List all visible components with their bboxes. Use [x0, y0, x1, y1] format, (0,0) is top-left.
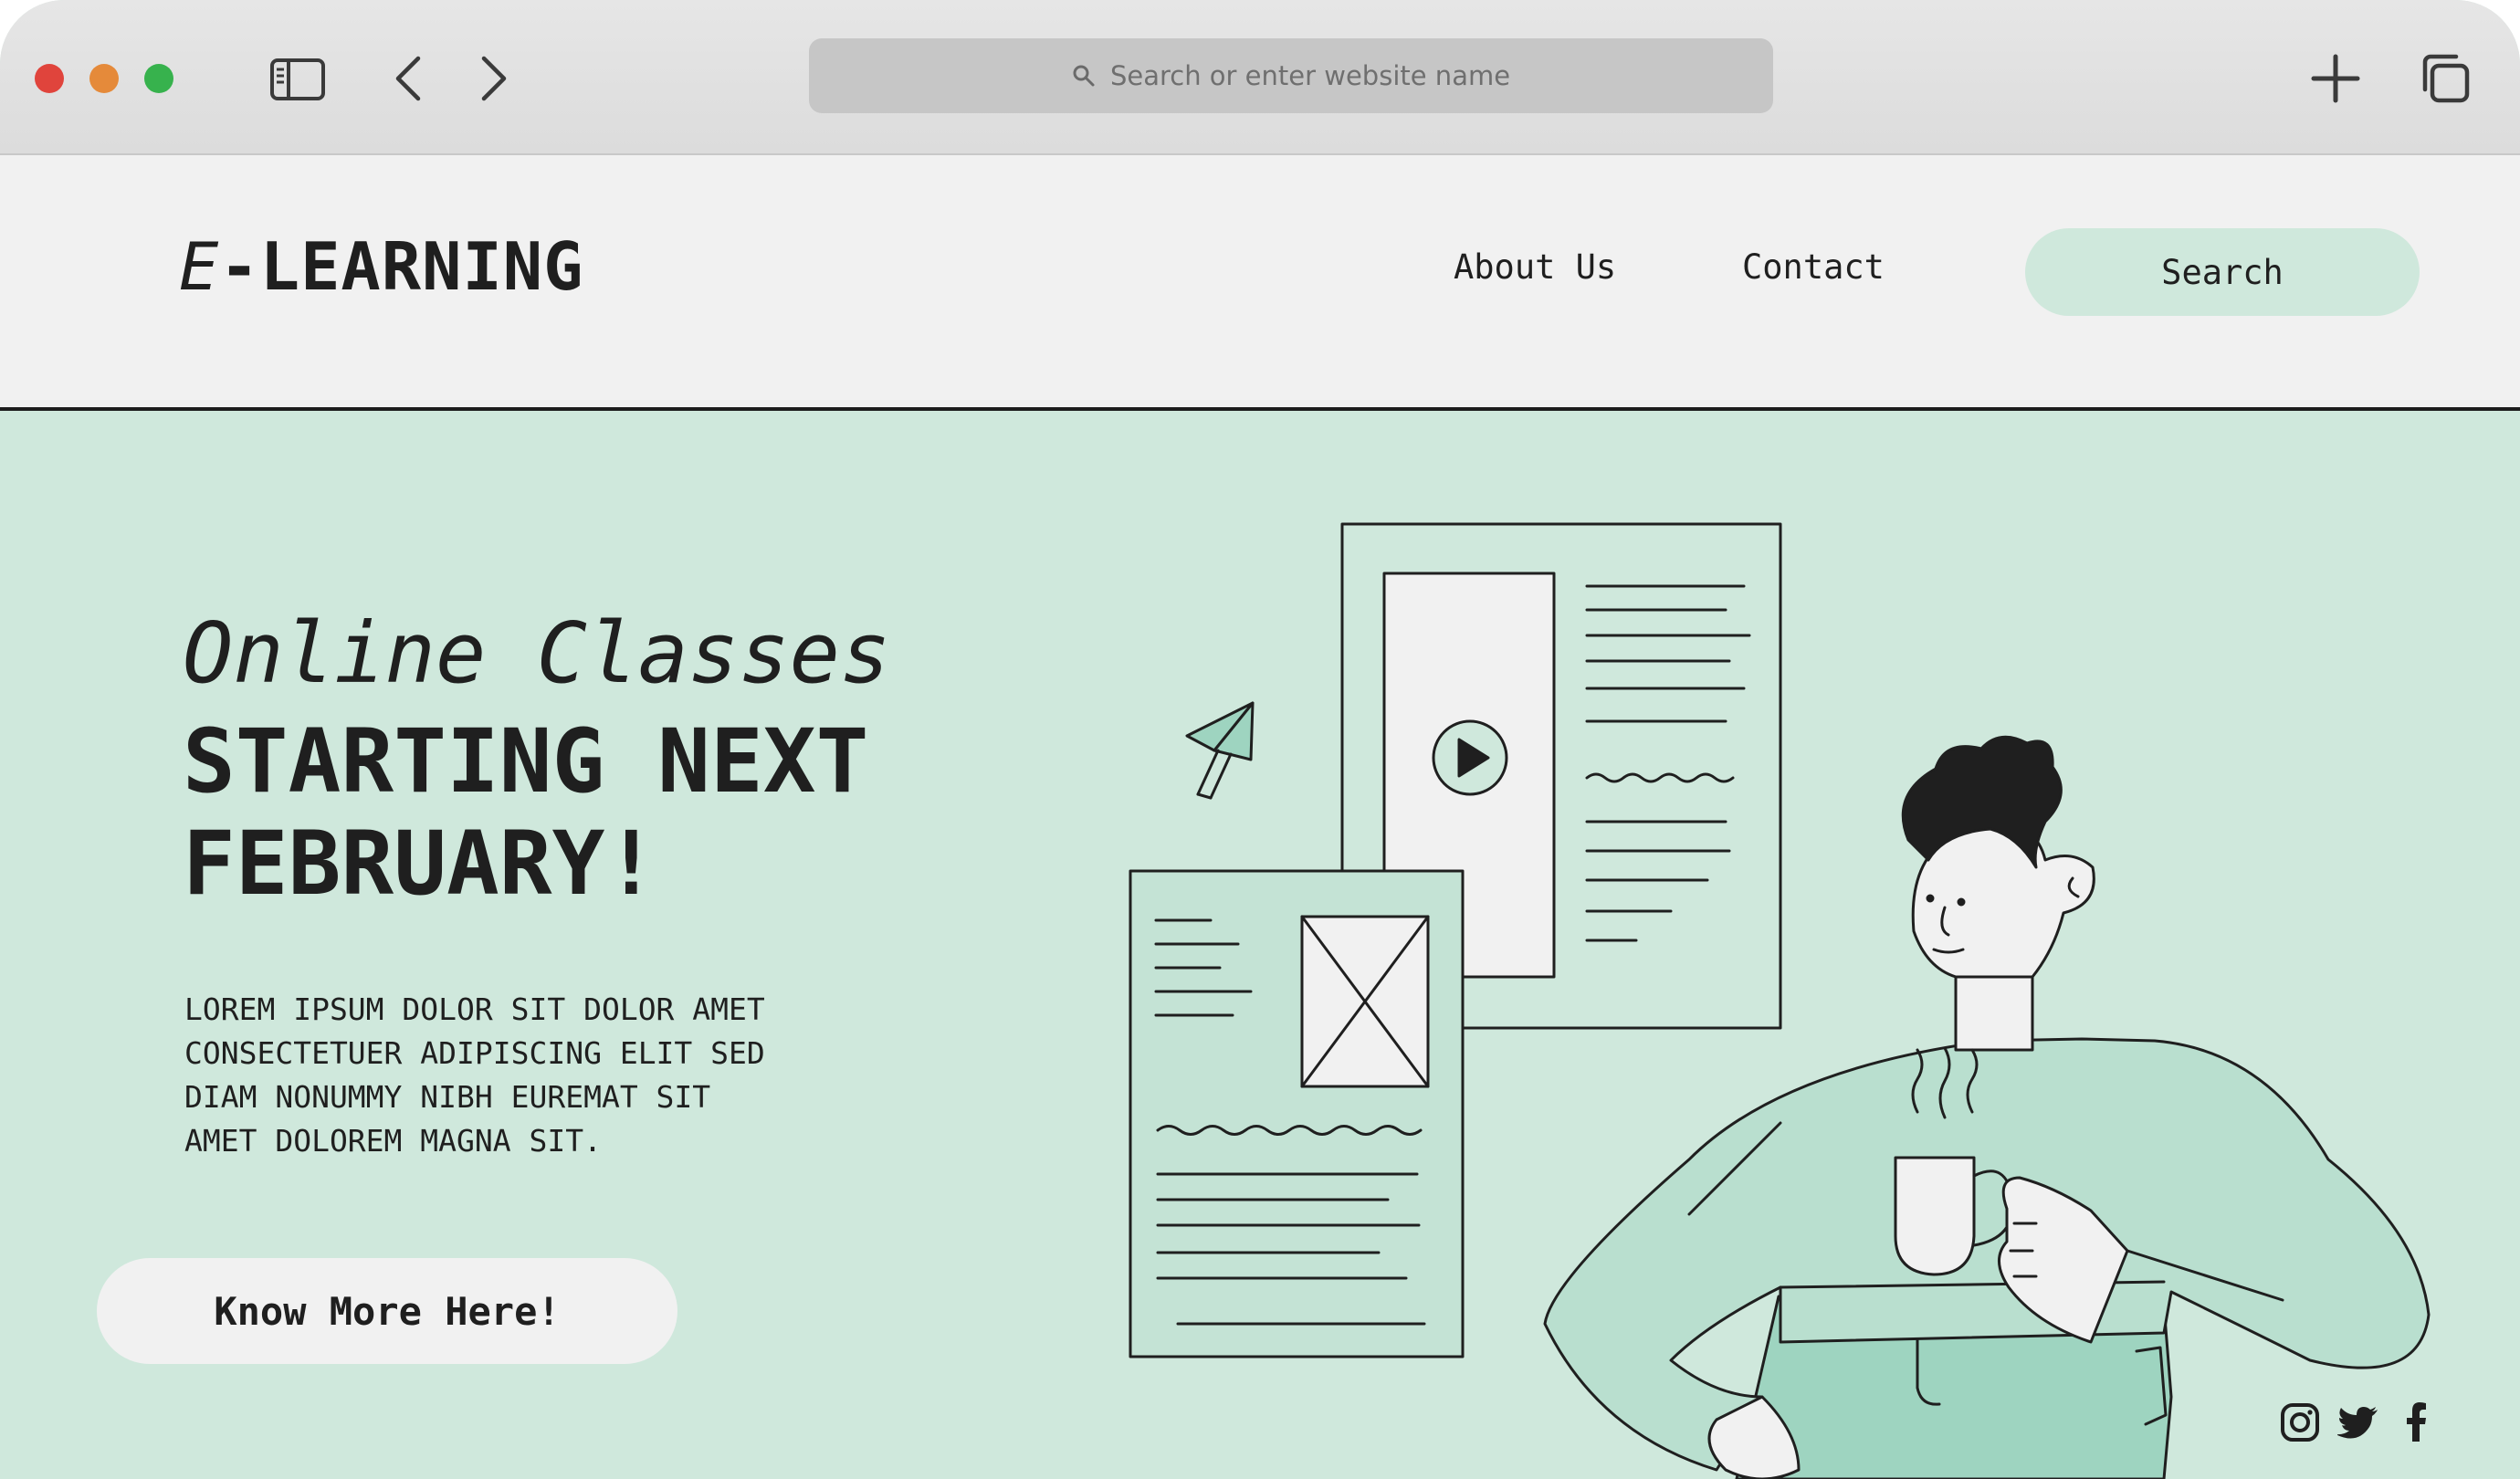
- hero-title-line-2: FEBRUARY!: [183, 813, 658, 915]
- hero-description: LOREM IPSUM DOLOR SIT DOLOR AMET CONSECT…: [184, 988, 765, 1163]
- back-arrow-icon[interactable]: [382, 49, 440, 108]
- twitter-icon[interactable]: [2337, 1401, 2379, 1443]
- nav-link-contact[interactable]: Contact: [1742, 250, 1885, 284]
- hero-description-line: DIAM NONUMMY NIBH EUREMAT SIT: [184, 1079, 711, 1115]
- logo-separator: -: [219, 228, 260, 305]
- minimize-window-button[interactable]: [89, 64, 119, 93]
- browser-window: Search or enter website name E-LEARNING …: [0, 0, 2520, 1479]
- browser-toolbar: Search or enter website name: [0, 0, 2520, 155]
- cursor-arrow-icon: [1185, 701, 1255, 800]
- facebook-icon[interactable]: [2396, 1401, 2438, 1443]
- forward-arrow-icon[interactable]: [464, 49, 522, 108]
- hero-section: Online Classes STARTING NEXT FEBRUARY! L…: [0, 411, 2520, 1479]
- address-bar-placeholder: Search or enter website name: [1109, 60, 1511, 91]
- hero-description-line: CONSECTETUER ADIPISCING ELIT SED: [184, 1035, 765, 1071]
- instagram-icon[interactable]: [2279, 1401, 2321, 1443]
- maximize-window-button[interactable]: [144, 64, 173, 93]
- site-header: E-LEARNING About Us Contact Search: [0, 155, 2520, 411]
- nav-link-about-us[interactable]: About Us: [1454, 250, 1616, 284]
- logo-prefix: E: [179, 228, 220, 305]
- sidebar-toggle-icon[interactable]: [268, 49, 327, 108]
- image-page-graphic: [1129, 869, 1465, 1358]
- site-logo[interactable]: E-LEARNING: [179, 234, 584, 299]
- know-more-button[interactable]: Know More Here!: [97, 1258, 677, 1364]
- hero-title-line-1: STARTING NEXT: [183, 710, 869, 813]
- hero-description-line: LOREM IPSUM DOLOR SIT DOLOR AMET: [184, 991, 765, 1027]
- hero-description-line: AMET DOLOREM MAGNA SIT.: [184, 1123, 602, 1159]
- search-button[interactable]: Search: [2025, 228, 2420, 316]
- logo-name: LEARNING: [259, 228, 584, 305]
- search-icon: [1073, 65, 1095, 87]
- hero-title-italic: Online Classes: [183, 604, 891, 702]
- student-illustration: [1129, 522, 2431, 1479]
- address-bar[interactable]: Search or enter website name: [809, 38, 1773, 113]
- tab-overview-icon[interactable]: [2416, 49, 2474, 108]
- new-tab-plus-icon[interactable]: [2306, 49, 2365, 108]
- close-window-button[interactable]: [35, 64, 64, 93]
